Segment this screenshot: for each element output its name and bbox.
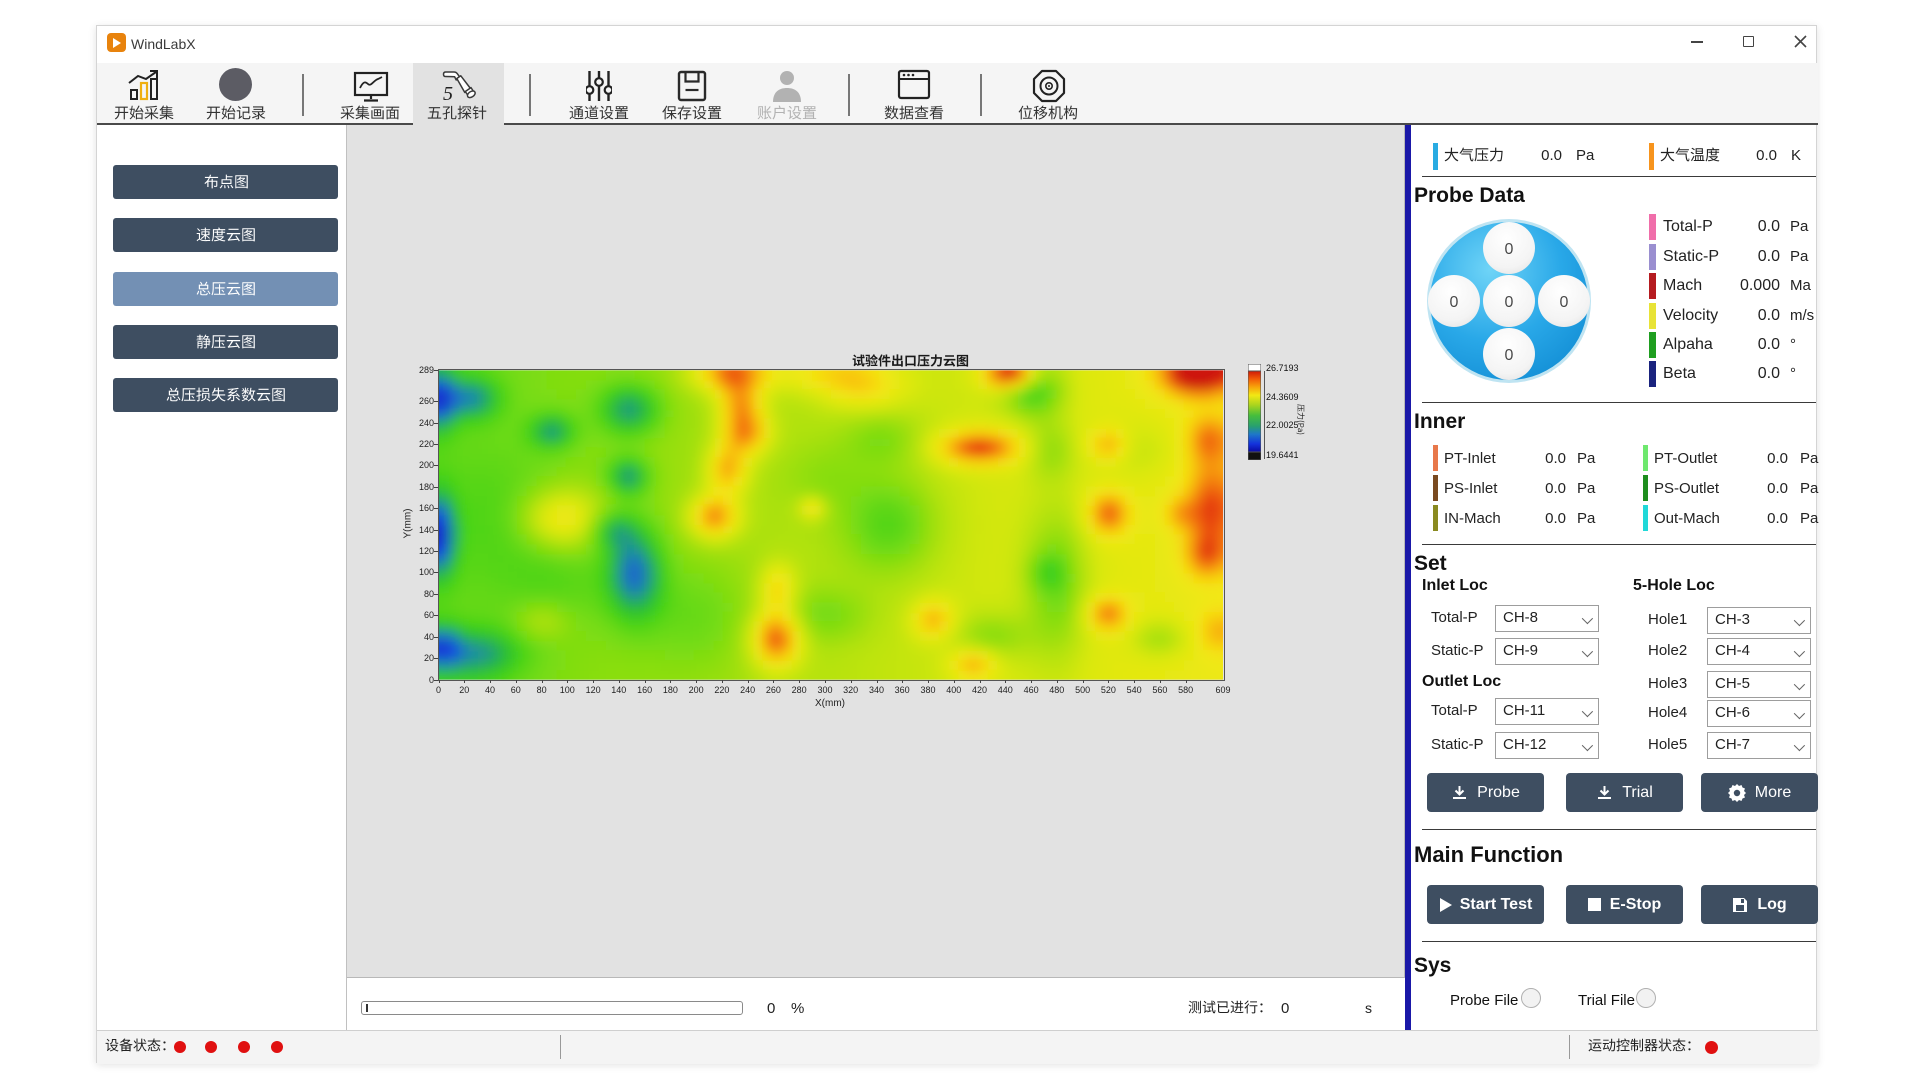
svg-text:0: 0 bbox=[1560, 294, 1569, 311]
svg-text:0: 0 bbox=[1505, 241, 1514, 258]
svg-text:0: 0 bbox=[1505, 347, 1514, 364]
svg-text:0: 0 bbox=[1450, 294, 1459, 311]
svg-text:0: 0 bbox=[1505, 294, 1514, 311]
